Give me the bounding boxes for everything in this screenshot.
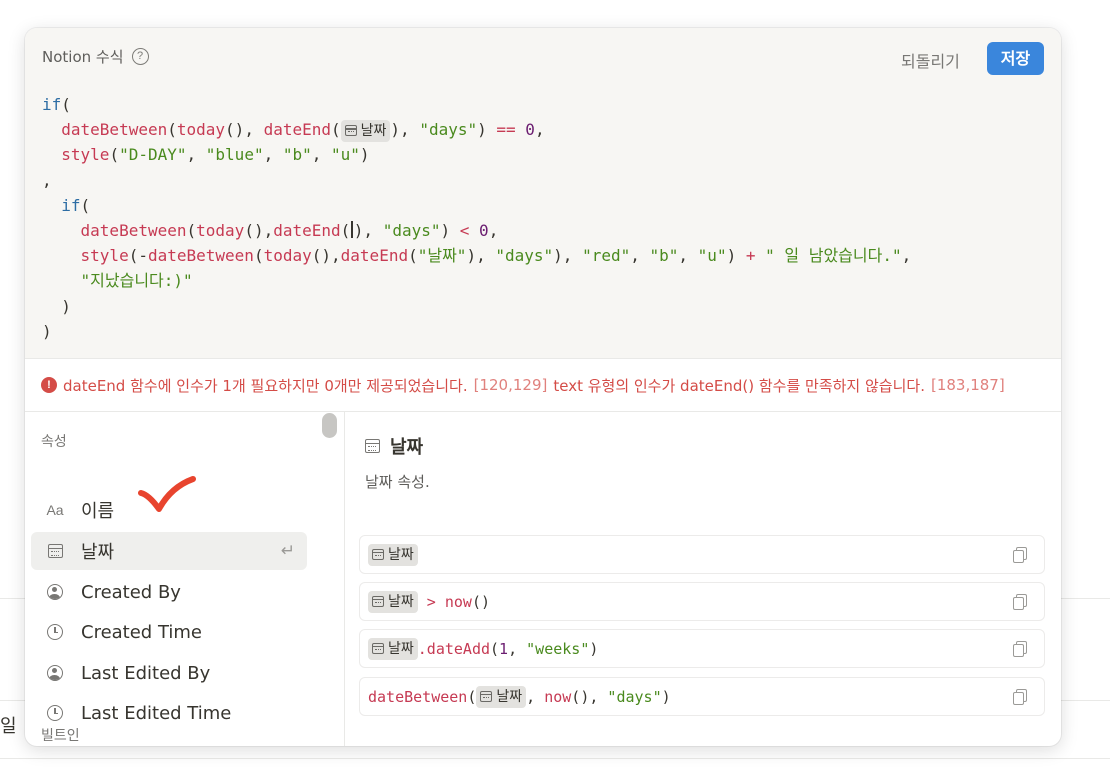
calendar-icon: [480, 690, 493, 702]
copy-icon[interactable]: [1013, 689, 1027, 705]
detail-title: 날짜: [365, 433, 423, 459]
example-paren: (),: [571, 687, 608, 706]
red-checkmark-annotation: [138, 476, 196, 512]
property-item-created-time[interactable]: Created Time: [31, 613, 307, 651]
copy-icon[interactable]: [1013, 547, 1027, 563]
example-comma: ,: [526, 687, 545, 706]
example-paren: (: [490, 639, 500, 658]
formula-editor[interactable]: Notion 수식 ? 되돌리기 저장 if( dateBetween(toda…: [25, 28, 1061, 358]
example-row[interactable]: dateBetween ( 날짜 , now (), "days" ): [359, 677, 1045, 716]
example-row[interactable]: 날짜 > now (): [359, 582, 1045, 621]
example-number: 1: [499, 639, 509, 658]
error-message-2: text 유형의 인수가 dateEnd() 함수를 만족하지 않습니다.: [553, 376, 925, 395]
error-range-1[interactable]: [120,129]: [474, 376, 548, 394]
property-label: Created By: [81, 581, 181, 603]
clock-icon: [47, 705, 63, 721]
formula-modal: Notion 수식 ? 되돌리기 저장 if( dateBetween(toda…: [25, 28, 1061, 746]
calendar-icon: [365, 439, 380, 453]
code-line-2: dateBetween(today(), dateEnd(날짜), "days"…: [42, 117, 911, 143]
copy-icon[interactable]: [1013, 594, 1027, 610]
example-operator: >: [417, 592, 445, 611]
enter-icon: ↵: [280, 541, 295, 560]
code-line-6: dateBetween(today(),dateEnd(), "days") <…: [80, 220, 499, 240]
background-edge-text: 일: [0, 716, 17, 737]
property-label: 날짜: [81, 542, 115, 563]
calendar-icon: [372, 642, 384, 654]
example-paren: ): [589, 639, 599, 658]
error-message-1: dateEnd 함수에 인수가 1개 필요하지만 0개만 제공되었습니다.: [63, 376, 468, 395]
code-line-7: style(-dateBetween(today(),dateEnd("날짜")…: [80, 246, 912, 266]
property-label: Created Time: [81, 621, 203, 643]
date-property-token: 날짜: [476, 685, 527, 708]
formula-code[interactable]: if( dateBetween(today(), dateEnd(날짜), "d…: [42, 92, 911, 344]
calendar-icon: [372, 548, 384, 560]
date-property-token: 날짜: [368, 637, 418, 660]
example-string: "days": [607, 687, 662, 706]
calendar-icon: [344, 125, 357, 137]
example-row[interactable]: 날짜: [359, 535, 1045, 574]
property-item-date[interactable]: 날짜 ↵: [31, 532, 307, 570]
example-comma: ,: [508, 639, 527, 658]
code-line-3: style("D-DAY", "blue", "b", "u"): [61, 145, 370, 165]
text-cursor: [351, 220, 353, 238]
property-item-created-by[interactable]: Created By: [31, 573, 307, 611]
revert-button[interactable]: 되돌리기: [901, 48, 960, 72]
text-icon: Aa: [46, 502, 64, 518]
calendar-icon: [372, 595, 384, 607]
clock-icon: [47, 624, 63, 640]
background-divider-3: [0, 758, 1110, 759]
code-line-4: ,: [42, 170, 52, 190]
user-icon: [47, 665, 63, 681]
example-string: "weeks": [526, 639, 590, 658]
example-paren: ): [661, 687, 671, 706]
error-bar: ! dateEnd 함수에 인수가 1개 필요하지만 0개만 제공되었습니다. …: [25, 358, 1061, 412]
example-parens: (): [471, 592, 491, 611]
properties-section-label: 속성: [41, 434, 67, 450]
property-label: Last Edited Time: [81, 702, 232, 724]
property-list-panel[interactable]: 속성 Aa 이름 날짜 ↵ Created By Created Time La…: [25, 411, 345, 746]
code-line-8: "지났습니다:)": [80, 271, 193, 291]
modal-title-text: Notion 수식: [42, 48, 124, 66]
user-icon: [47, 584, 63, 600]
example-function: now: [544, 687, 572, 706]
calendar-icon: [47, 544, 63, 558]
error-icon: !: [41, 377, 57, 393]
detail-description: 날짜 속성.: [365, 473, 430, 491]
error-range-2[interactable]: [183,187]: [931, 376, 1005, 394]
code-line-1: if(: [42, 95, 71, 114]
date-property-token: 날짜: [368, 590, 418, 613]
code-line-10: ): [42, 321, 52, 341]
copy-icon[interactable]: [1013, 641, 1027, 657]
code-line-9: ): [42, 296, 71, 316]
example-function: dateBetween: [368, 687, 468, 706]
property-label: Last Edited By: [81, 662, 211, 684]
save-button[interactable]: 저장: [987, 42, 1044, 75]
help-icon[interactable]: ?: [131, 48, 149, 65]
scrollbar-thumb[interactable]: [322, 413, 337, 438]
property-item-last-edited-by[interactable]: Last Edited By: [31, 654, 307, 692]
date-property-token: 날짜: [368, 543, 418, 566]
example-function: now: [444, 592, 472, 611]
code-line-5: if(: [61, 195, 91, 215]
example-paren: (: [467, 687, 477, 706]
example-row[interactable]: 날짜 .dateAdd ( 1 , "weeks" ): [359, 629, 1045, 668]
date-property-token[interactable]: 날짜: [340, 120, 391, 143]
builtin-section-label: 빌트인: [41, 728, 80, 744]
example-function: .dateAdd: [417, 639, 491, 658]
property-label: 이름: [81, 501, 115, 522]
property-detail-panel: 날짜 날짜 속성. 날짜 날짜 > now () 날짜 .dateAdd ( 1…: [345, 411, 1061, 746]
modal-title: Notion 수식 ?: [42, 46, 149, 67]
